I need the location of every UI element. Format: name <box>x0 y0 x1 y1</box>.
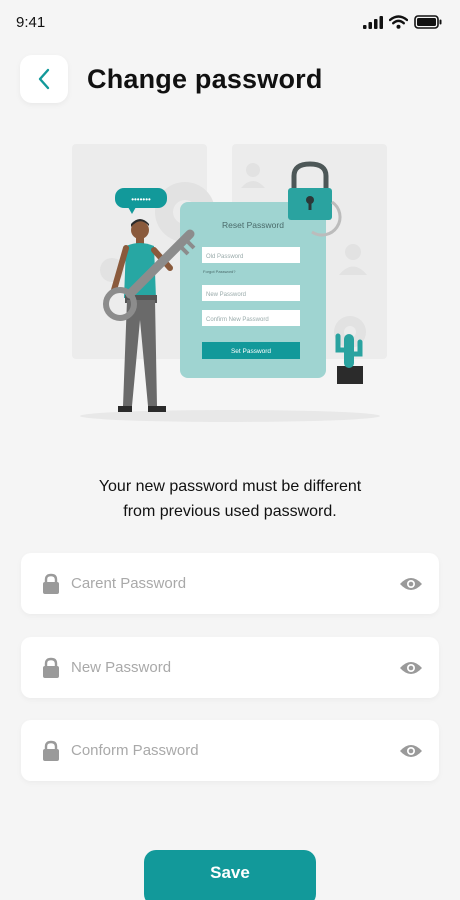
illustration-card-title: Reset Password <box>222 220 284 230</box>
status-time: 9:41 <box>16 13 46 31</box>
subtitle-line-1: Your new password must be different <box>98 478 362 495</box>
lock-icon <box>43 573 59 594</box>
status-bar: 9:41 <box>0 0 460 44</box>
signal-icon <box>363 15 383 29</box>
back-button[interactable] <box>20 55 68 103</box>
lock-icon <box>43 657 59 678</box>
eye-icon[interactable] <box>399 743 423 759</box>
chevron-left-icon <box>38 68 50 90</box>
new-password-field[interactable] <box>21 637 439 698</box>
illustration-new-password: New Password <box>206 292 246 298</box>
battery-icon <box>414 15 442 29</box>
current-password-field[interactable] <box>21 553 439 614</box>
lock-icon <box>43 740 59 761</box>
illustration-confirm-password: Confirm New Password <box>206 317 269 323</box>
current-password-input[interactable] <box>71 575 399 592</box>
eye-icon[interactable] <box>399 660 423 676</box>
subtitle-line-2: from previous used password. <box>123 503 337 520</box>
illustration-forgot-password: Forgot Password? <box>203 269 236 274</box>
confirm-password-input[interactable] <box>71 742 399 759</box>
header: Change password <box>20 55 440 103</box>
status-icons <box>363 15 442 29</box>
illustration-set-password-button: Set Password <box>231 348 271 355</box>
reset-password-illustration: Reset Password Old Password Forgot Passw… <box>72 144 387 422</box>
confirm-password-field[interactable] <box>21 720 439 781</box>
subtitle: Your new password must be different from… <box>40 474 420 524</box>
illustration-old-password: Old Password <box>206 254 243 260</box>
new-password-input[interactable] <box>71 659 399 676</box>
page-title: Change password <box>87 63 323 94</box>
eye-icon[interactable] <box>399 576 423 592</box>
wifi-icon <box>389 15 408 29</box>
illustration-bubble-text: ••••••• <box>131 195 151 204</box>
save-button[interactable]: Save <box>144 850 316 900</box>
